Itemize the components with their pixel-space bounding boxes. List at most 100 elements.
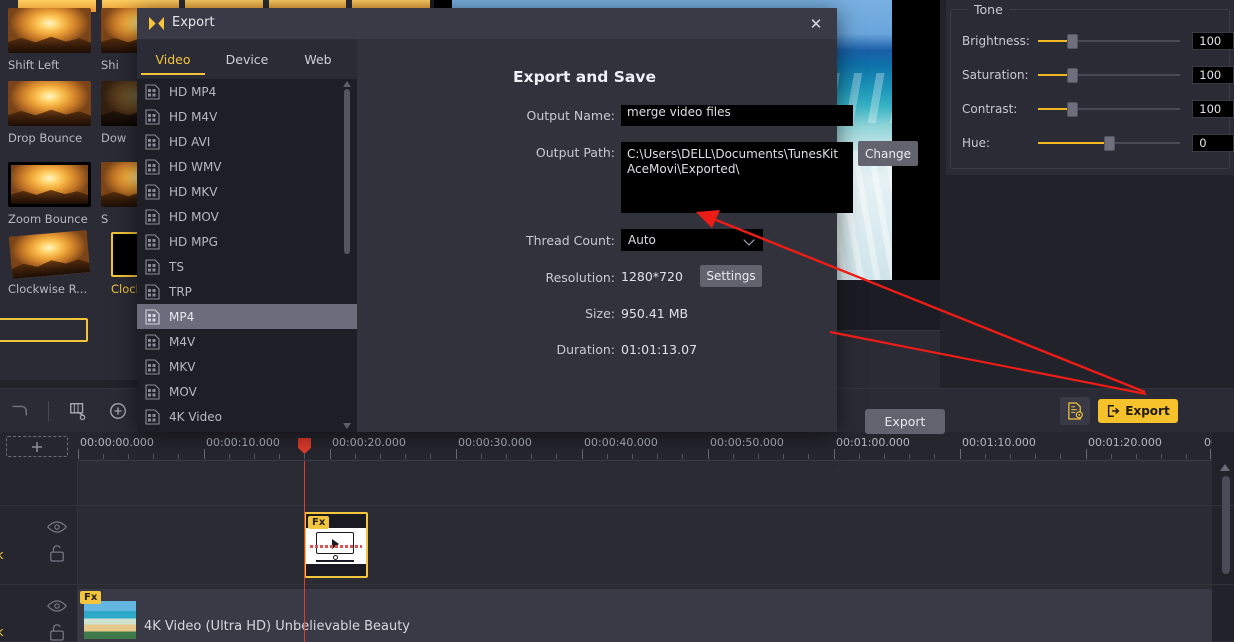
- ruler-tick-label: 00:00:30.000: [458, 436, 532, 449]
- format-label: M4V: [169, 334, 196, 349]
- effect-item-shift-left[interactable]: Shift Left: [8, 8, 101, 72]
- format-item-hd-mp4[interactable]: HD MP4: [137, 79, 357, 104]
- timeline-clip[interactable]: Fx 4K Video (Ultra HD) Unbelievable Beau…: [78, 589, 1212, 642]
- clip-thumbnail: [84, 601, 136, 639]
- brightness-value[interactable]: 100: [1192, 32, 1234, 50]
- timeline-corner: [0, 432, 78, 461]
- slider-knob[interactable]: [1066, 68, 1078, 83]
- format-item-hd-wmv[interactable]: HD WMV: [137, 154, 357, 179]
- format-item-mp4[interactable]: MP4: [137, 304, 357, 329]
- size-label: Size:: [585, 306, 615, 321]
- slider-fill: [1038, 108, 1070, 110]
- format-label: TS: [169, 259, 184, 274]
- format-item-mov[interactable]: MOV: [137, 379, 357, 404]
- slider-fill: [1038, 74, 1070, 76]
- saturation-slider[interactable]: [1038, 64, 1181, 86]
- contrast-slider[interactable]: [1038, 98, 1181, 120]
- format-list[interactable]: HD MP4 HD M4V HD AVI HD WMV HD MKV HD MO…: [137, 79, 357, 432]
- tab-device[interactable]: Device: [209, 39, 285, 79]
- add-icon[interactable]: [107, 401, 129, 421]
- eye-icon[interactable]: [47, 520, 67, 534]
- add-track-button[interactable]: [6, 436, 68, 457]
- format-item-trp[interactable]: TRP: [137, 279, 357, 304]
- export-button-main[interactable]: Export: [1098, 399, 1178, 423]
- saturation-value[interactable]: 100: [1192, 66, 1234, 84]
- scrollbar-thumb[interactable]: [344, 89, 350, 254]
- ruler-tick-label: 00:01:20.000: [1088, 436, 1162, 449]
- close-icon[interactable]: ✕: [805, 13, 827, 35]
- hue-label: Hue:: [962, 136, 991, 150]
- export-settings-button[interactable]: [1060, 397, 1090, 425]
- format-item-mkv[interactable]: MKV: [137, 354, 357, 379]
- output-path-input[interactable]: C:\Users\DELL\Documents\TunesKit AceMovi…: [621, 142, 853, 213]
- output-path-label: Output Path:: [535, 145, 615, 160]
- format-item-m4v[interactable]: M4V: [137, 329, 357, 354]
- slider-knob[interactable]: [1066, 102, 1078, 117]
- track-label: ck: [0, 625, 4, 639]
- eye-icon[interactable]: [47, 599, 67, 613]
- scroll-up-arrow[interactable]: [1220, 464, 1230, 471]
- effect-label: Drop Bounce: [8, 131, 83, 145]
- format-item-hd-mkv[interactable]: HD MKV: [137, 179, 357, 204]
- effect-item-zoom-bounce[interactable]: Zoom Bounce: [8, 162, 101, 226]
- timeline-track-2[interactable]: ck Fx 4K Video (Ultra HD) Unbelievable B…: [0, 585, 1234, 642]
- format-label: HD MOV: [169, 209, 219, 224]
- slider-knob[interactable]: [1066, 34, 1078, 49]
- timeline-track-empty[interactable]: [0, 461, 1234, 506]
- change-path-button[interactable]: Change: [858, 141, 918, 166]
- tone-row-hue: Hue: 0: [946, 132, 1234, 154]
- effect-item-drop-bounce[interactable]: Drop Bounce: [8, 81, 101, 145]
- timeline-clip[interactable]: Fx: [304, 512, 368, 578]
- dialog-heading: Export and Save: [513, 68, 657, 86]
- hue-slider[interactable]: [1038, 132, 1181, 154]
- ruler-tick-label: 00:00:00.000: [80, 436, 154, 449]
- brightness-slider[interactable]: [1038, 30, 1181, 52]
- export-button-label: Export: [1125, 404, 1170, 418]
- effect-thumbnail: [8, 8, 91, 53]
- slider-knob[interactable]: [1103, 136, 1115, 151]
- effect-label: Shift Left: [8, 58, 60, 72]
- format-item-hd-avi[interactable]: HD AVI: [137, 129, 357, 154]
- hue-value[interactable]: 0: [1192, 134, 1234, 152]
- fx-badge: Fx: [80, 591, 102, 604]
- unlock-icon[interactable]: [49, 544, 65, 562]
- clip-title: 4K Video (Ultra HD) Unbelievable Beauty: [144, 619, 411, 634]
- track-label: ck: [0, 548, 4, 562]
- unlock-icon[interactable]: [49, 623, 65, 641]
- effect-item-clockwise-rotate[interactable]: Clockwise R...: [8, 230, 101, 296]
- timeline-ruler[interactable]: 00:00:00.000 00:00:10.000 00:00:20.000 0…: [78, 432, 1212, 461]
- video-file-icon: [145, 358, 160, 375]
- output-name-input[interactable]: merge video files: [621, 105, 853, 126]
- tab-web[interactable]: Web: [285, 39, 351, 79]
- format-item-hd-mpg[interactable]: HD MPG: [137, 229, 357, 254]
- tone-legend-label: Tone: [968, 2, 1009, 17]
- effect-thumbnail: [8, 230, 91, 279]
- split-icon[interactable]: [67, 401, 89, 421]
- effect-thumbnail: [8, 162, 91, 207]
- scrollbar-thumb[interactable]: [1222, 476, 1230, 574]
- track-lane[interactable]: [78, 461, 1212, 505]
- track-header: ck: [0, 506, 78, 584]
- tab-video[interactable]: Video: [137, 39, 209, 79]
- effect-label: Zoom Bounce: [8, 212, 88, 226]
- format-item-ts[interactable]: TS: [137, 254, 357, 279]
- format-label: MKV: [169, 359, 196, 374]
- track-lane[interactable]: [78, 506, 1212, 584]
- format-scroll-down-arrow[interactable]: [343, 423, 351, 429]
- redo-icon[interactable]: [8, 401, 30, 421]
- dialog-export-button[interactable]: Export: [865, 409, 945, 434]
- resolution-value: 1280*720: [621, 269, 683, 284]
- dialog-titlebar[interactable]: Export ✕: [137, 8, 837, 39]
- tone-row-contrast: Contrast: 100: [946, 98, 1234, 120]
- output-name-label: Output Name:: [526, 108, 615, 123]
- format-item-4k-video[interactable]: 4K Video: [137, 404, 357, 429]
- thread-count-label: Thread Count:: [525, 233, 615, 248]
- timeline: 00:00:00.000 00:00:10.000 00:00:20.000 0…: [0, 432, 1234, 642]
- contrast-value[interactable]: 100: [1192, 100, 1234, 118]
- playhead-line: [304, 461, 305, 642]
- thread-count-select[interactable]: Auto: [621, 229, 763, 251]
- resolution-settings-button[interactable]: Settings: [700, 265, 762, 287]
- format-item-hd-m4v[interactable]: HD M4V: [137, 104, 357, 129]
- timeline-track-1[interactable]: ck Fx: [0, 506, 1234, 585]
- format-item-hd-mov[interactable]: HD MOV: [137, 204, 357, 229]
